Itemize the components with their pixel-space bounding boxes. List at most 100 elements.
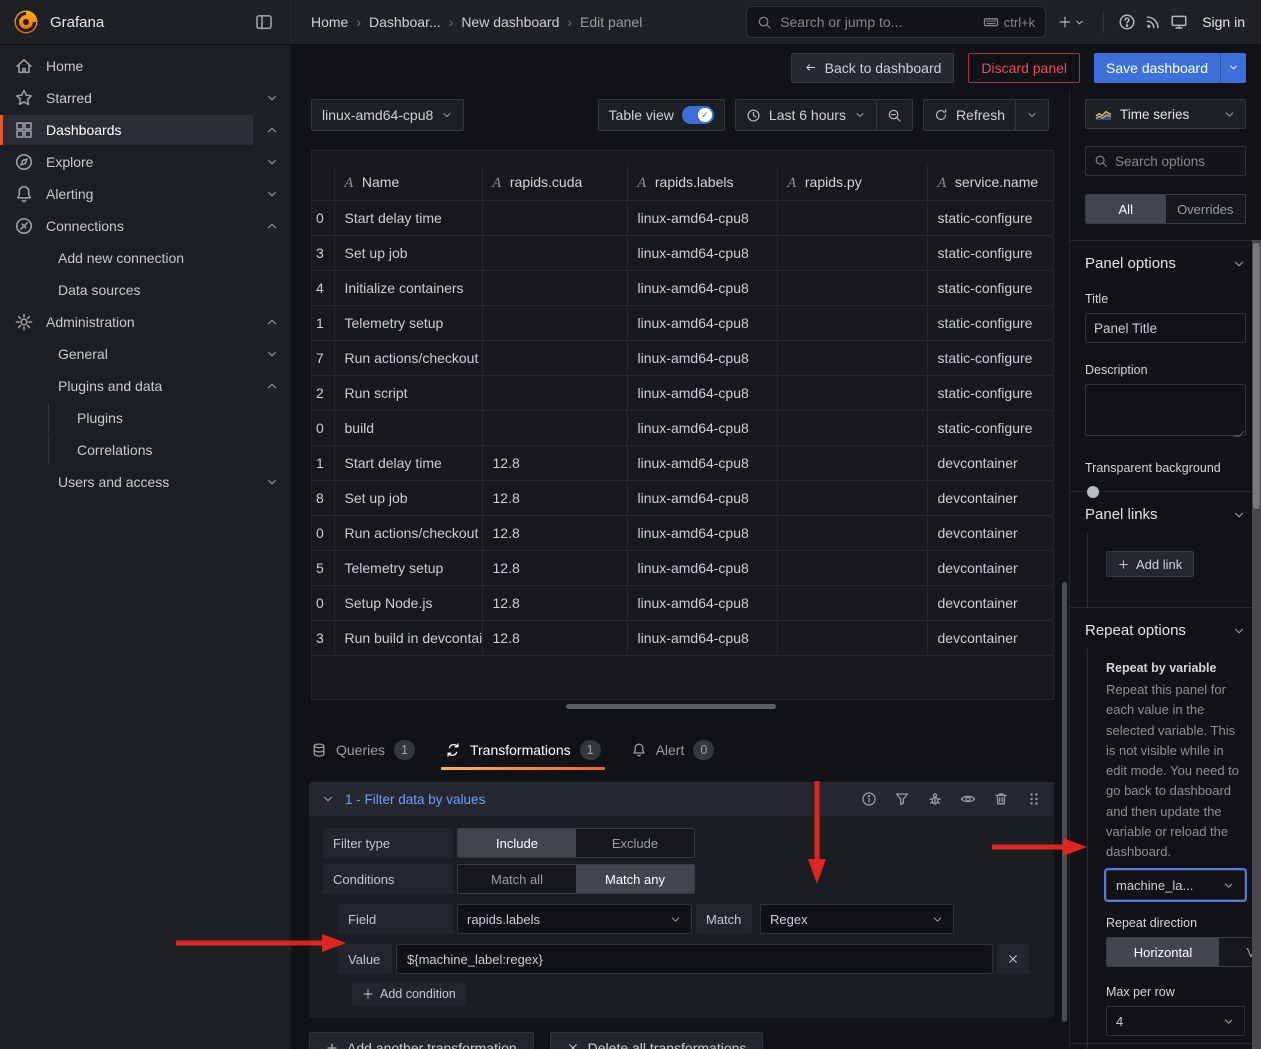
sidebar-item-general[interactable]: General	[0, 338, 291, 370]
chevron-down-icon[interactable]	[253, 83, 291, 113]
value-input[interactable]	[396, 944, 993, 974]
repeat-options-section-header[interactable]: Repeat options	[1085, 622, 1246, 639]
panel-description-textarea[interactable]	[1085, 384, 1246, 436]
column-header-rapids-py[interactable]: Arapids.py	[777, 165, 927, 200]
column-header-service-name[interactable]: Aservice.name	[927, 165, 1054, 200]
sidebar-item-dashboards[interactable]: Dashboards	[0, 114, 291, 146]
save-dashboard-button[interactable]: Save dashboard	[1094, 53, 1220, 83]
vertical-scrollbar-thumb[interactable]	[1062, 582, 1067, 1022]
visualization-picker[interactable]: Time series	[1085, 99, 1246, 129]
filter-type-option-exclude[interactable]: Exclude	[576, 829, 694, 857]
search-icon	[1094, 154, 1108, 168]
grip-icon[interactable]	[1026, 791, 1042, 807]
remove-condition-button[interactable]	[997, 944, 1029, 974]
breadcrumb-item-home[interactable]: Home	[311, 14, 348, 30]
column-header-id	[312, 165, 334, 200]
sign-in-button[interactable]: Sign in	[1202, 14, 1245, 30]
discard-panel-button[interactable]: Discard panel	[968, 53, 1080, 83]
save-dashboard-caret[interactable]	[1220, 53, 1246, 83]
tab-queries[interactable]: Queries1	[311, 730, 415, 770]
sidebar-item-explore[interactable]: Explore	[0, 146, 291, 178]
chevron-down-icon[interactable]	[253, 147, 291, 177]
info-circle-icon[interactable]	[861, 791, 877, 807]
chevron-down-icon[interactable]	[253, 467, 291, 497]
sidebar-item-administration[interactable]: Administration	[0, 306, 291, 338]
max-per-row-select[interactable]: 4	[1106, 1006, 1245, 1036]
field-select[interactable]: rapids.labels	[457, 904, 692, 934]
tab-transformations[interactable]: Transformations1	[445, 730, 601, 770]
sidebar-item-plugins-and-data[interactable]: Plugins and data	[0, 370, 291, 402]
time-range-picker[interactable]: Last 6 hours	[735, 99, 877, 131]
zoom-out-time-button[interactable]	[877, 99, 913, 131]
chevron-up-icon[interactable]	[253, 211, 291, 241]
column-header-rapids-cuda[interactable]: Arapids.cuda	[482, 165, 627, 200]
sidebar-item-starred[interactable]: Starred	[0, 82, 291, 114]
column-header-name[interactable]: AName	[334, 165, 482, 200]
match-select[interactable]: Regex	[760, 904, 954, 934]
keyboard-icon	[983, 14, 999, 30]
cell-py	[777, 620, 927, 655]
repeat-direction-option-horizontal[interactable]: Horizontal	[1107, 938, 1219, 966]
options-search-input[interactable]	[1115, 154, 1237, 169]
cell-labels: linux-amd64-cpu8	[627, 585, 777, 620]
sidebar-toggle-icon[interactable]	[254, 12, 274, 32]
delete-all-transformations-button[interactable]: Delete all transformations	[550, 1032, 764, 1049]
options-filter-option-overrides[interactable]: Overrides	[1166, 195, 1246, 223]
add-condition-button[interactable]: Add condition	[352, 982, 466, 1006]
sidebar-item-data-sources[interactable]: Data sources	[0, 274, 291, 306]
panel-options-section-header[interactable]: Panel options	[1085, 255, 1246, 272]
chevron-up-icon[interactable]	[253, 115, 291, 145]
sidebar-item-home[interactable]: Home	[0, 50, 291, 82]
new-button[interactable]	[1054, 15, 1089, 29]
repeat-variable-select[interactable]: machine_la...	[1106, 870, 1245, 900]
sidebar-item-alerting[interactable]: Alerting	[0, 178, 291, 210]
filter-icon[interactable]	[894, 791, 910, 807]
bug-icon[interactable]	[927, 791, 943, 807]
table-view-toggle[interactable]: ✓	[682, 106, 714, 124]
sidebar-item-connections[interactable]: Connections	[0, 210, 291, 242]
refresh-button[interactable]: Refresh	[923, 99, 1016, 131]
zoom-out-icon	[887, 108, 902, 123]
conditions-option-match-all[interactable]: Match all	[458, 865, 576, 893]
cell-id: 3	[312, 620, 334, 655]
panel-links-section-header[interactable]: Panel links	[1085, 506, 1246, 523]
back-to-dashboard-button[interactable]: Back to dashboard	[791, 53, 955, 83]
sidebar-item-correlations[interactable]: Correlations	[0, 434, 291, 466]
transformation-title[interactable]: 1 - Filter data by values	[345, 792, 485, 807]
chevron-down-icon[interactable]	[253, 179, 291, 209]
filter-type-option-include[interactable]: Include	[458, 829, 576, 857]
horizontal-scrollbar-thumb[interactable]	[566, 704, 776, 709]
grafana-logo-icon[interactable]	[12, 8, 40, 36]
trash-icon[interactable]	[993, 791, 1009, 807]
repeat-direction-segmented: HorizontalVertical	[1106, 937, 1258, 967]
collapse-chevron-icon[interactable]	[321, 792, 335, 806]
eye-icon[interactable]	[960, 791, 976, 807]
sidebar-item-users-and-access[interactable]: Users and access	[0, 466, 291, 498]
panel-variable-select[interactable]: linux-amd64-cpu8	[311, 99, 464, 131]
add-another-transformation-button[interactable]: Add another transformation	[309, 1032, 534, 1049]
refresh-interval-caret[interactable]	[1016, 99, 1049, 131]
panel-title-input[interactable]	[1085, 313, 1246, 343]
add-link-button[interactable]: Add link	[1106, 551, 1194, 577]
sidebar-item-add-new-connection[interactable]: Add new connection	[0, 242, 291, 274]
news-rss-icon[interactable]	[1144, 13, 1162, 31]
chevron-up-icon[interactable]	[253, 307, 291, 337]
cell-service: static-configure	[927, 270, 1054, 305]
sidebar-item-plugins[interactable]: Plugins	[0, 402, 291, 434]
chevron-down-icon[interactable]	[253, 339, 291, 369]
tab-alert[interactable]: Alert0	[631, 730, 715, 770]
help-icon[interactable]	[1118, 13, 1136, 31]
cell-name: build	[334, 410, 482, 445]
options-scrollbar-thumb[interactable]	[1253, 243, 1260, 509]
column-header-rapids-labels[interactable]: Arapids.labels	[627, 165, 777, 200]
monitor-icon[interactable]	[1170, 13, 1188, 31]
breadcrumb-item-new-dashboard[interactable]: New dashboard	[461, 14, 559, 30]
options-search[interactable]	[1085, 146, 1246, 176]
breadcrumb-item-dashboar[interactable]: Dashboar...	[369, 14, 441, 30]
search-input[interactable]	[780, 14, 975, 30]
chevron-up-icon[interactable]	[253, 371, 291, 401]
chevron-down-icon	[441, 109, 453, 121]
global-search[interactable]: ctrl+k	[746, 6, 1046, 38]
options-filter-option-all[interactable]: All	[1086, 195, 1166, 223]
conditions-option-match-any[interactable]: Match any	[576, 865, 694, 893]
